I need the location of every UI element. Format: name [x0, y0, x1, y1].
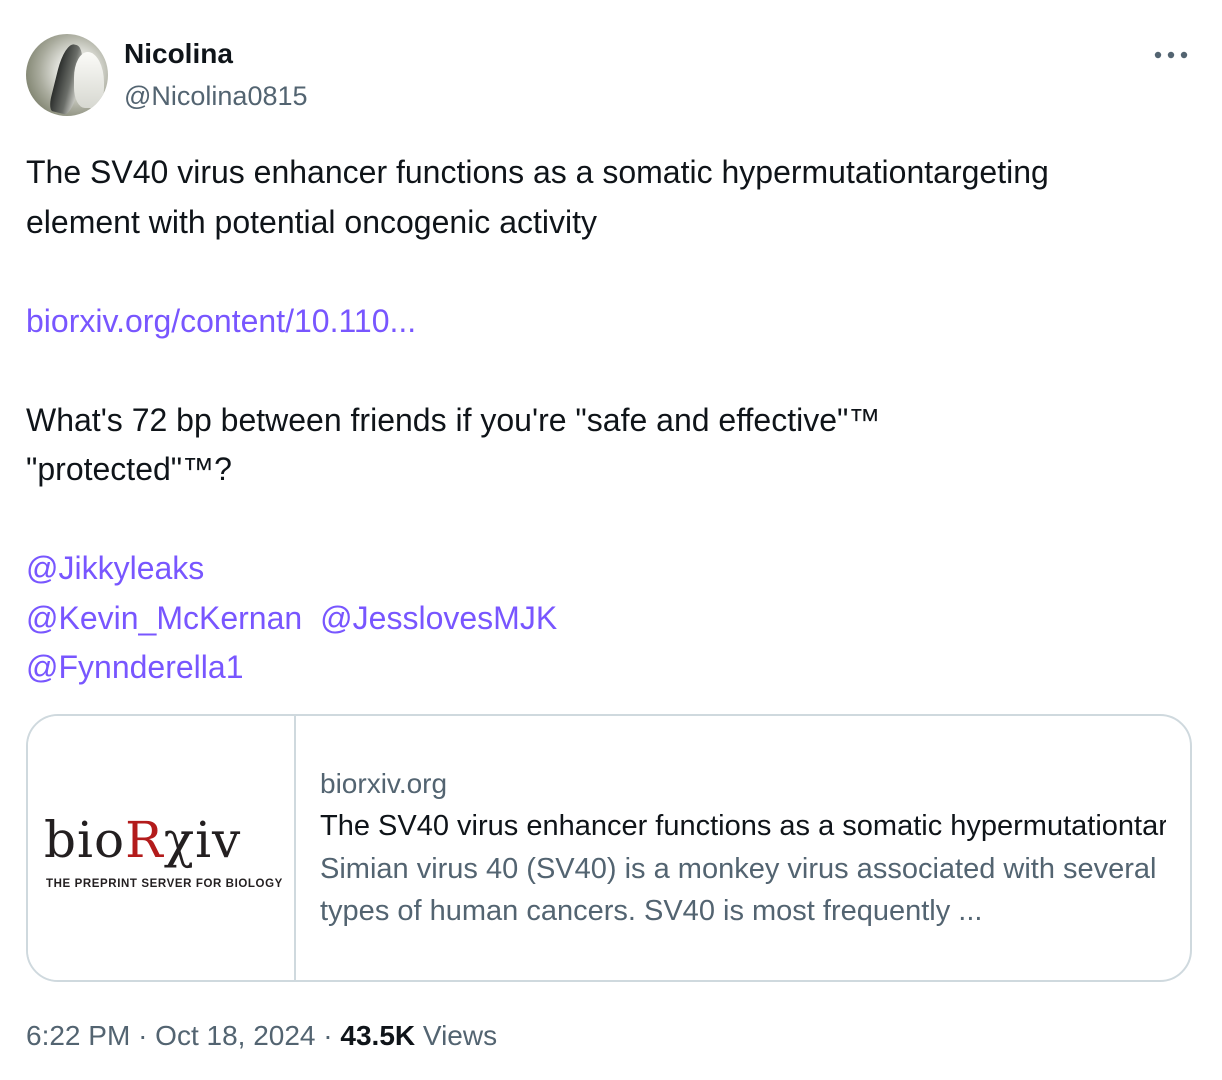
- mention-jikkyleaks[interactable]: @Jikkyleaks: [26, 550, 204, 586]
- avatar[interactable]: [26, 34, 108, 116]
- tweet-question-line: "protected"™?: [26, 451, 232, 487]
- link-preview-card[interactable]: bioRχiv THE PREPRINT SERVER FOR BIOLOGY …: [26, 714, 1192, 982]
- avatar-highlight: [74, 52, 104, 108]
- tweet-text: The SV40 virus enhancer functions as a s…: [26, 148, 1201, 693]
- card-body: biorxiv.org The SV40 virus enhancer func…: [296, 716, 1190, 980]
- tweet-text-line: The SV40 virus enhancer functions as a s…: [26, 154, 1049, 190]
- tweet-question-line: What's 72 bp between friends if you're "…: [26, 401, 881, 438]
- tweet-date[interactable]: Oct 18, 2024: [155, 1020, 315, 1051]
- author-handle[interactable]: @Nicolina0815: [124, 80, 308, 112]
- card-domain: biorxiv.org: [320, 768, 448, 799]
- biorxiv-logo: bioRχiv: [44, 811, 242, 869]
- tweet-time[interactable]: 6:22 PM: [26, 1020, 130, 1051]
- meta-separator: ·: [138, 1020, 148, 1051]
- card-description: Simian virus 40 (SV40) is a monkey virus…: [320, 853, 1157, 927]
- card-thumbnail: bioRχiv THE PREPRINT SERVER FOR BIOLOGY: [28, 716, 296, 980]
- logo-tagline: THE PREPRINT SERVER FOR BIOLOGY: [46, 878, 283, 890]
- more-horizontal-icon: [1154, 51, 1188, 59]
- mention-fynnderella1[interactable]: @Fynnderella1: [26, 649, 243, 685]
- author-display-name[interactable]: Nicolina: [124, 37, 233, 71]
- more-options-button[interactable]: [1148, 40, 1194, 70]
- mention-kevin-mckernan[interactable]: @Kevin_McKernan: [26, 600, 302, 636]
- tweet-meta: 6:22 PM · Oct 18, 2024 · 43.5K Views: [26, 1016, 497, 1056]
- tweet-text-line: element with potential oncogenic activit…: [26, 203, 597, 240]
- meta-separator: ·: [323, 1020, 333, 1051]
- card-title: The SV40 virus enhancer functions as a s…: [320, 810, 1166, 842]
- views-label: Views: [422, 1020, 498, 1051]
- tweet-link[interactable]: biorxiv.org/content/10.110...: [26, 303, 416, 339]
- mention-jesslovesmjk[interactable]: @JesslovesMJK: [320, 600, 557, 636]
- views-count[interactable]: 43.5K: [340, 1020, 415, 1051]
